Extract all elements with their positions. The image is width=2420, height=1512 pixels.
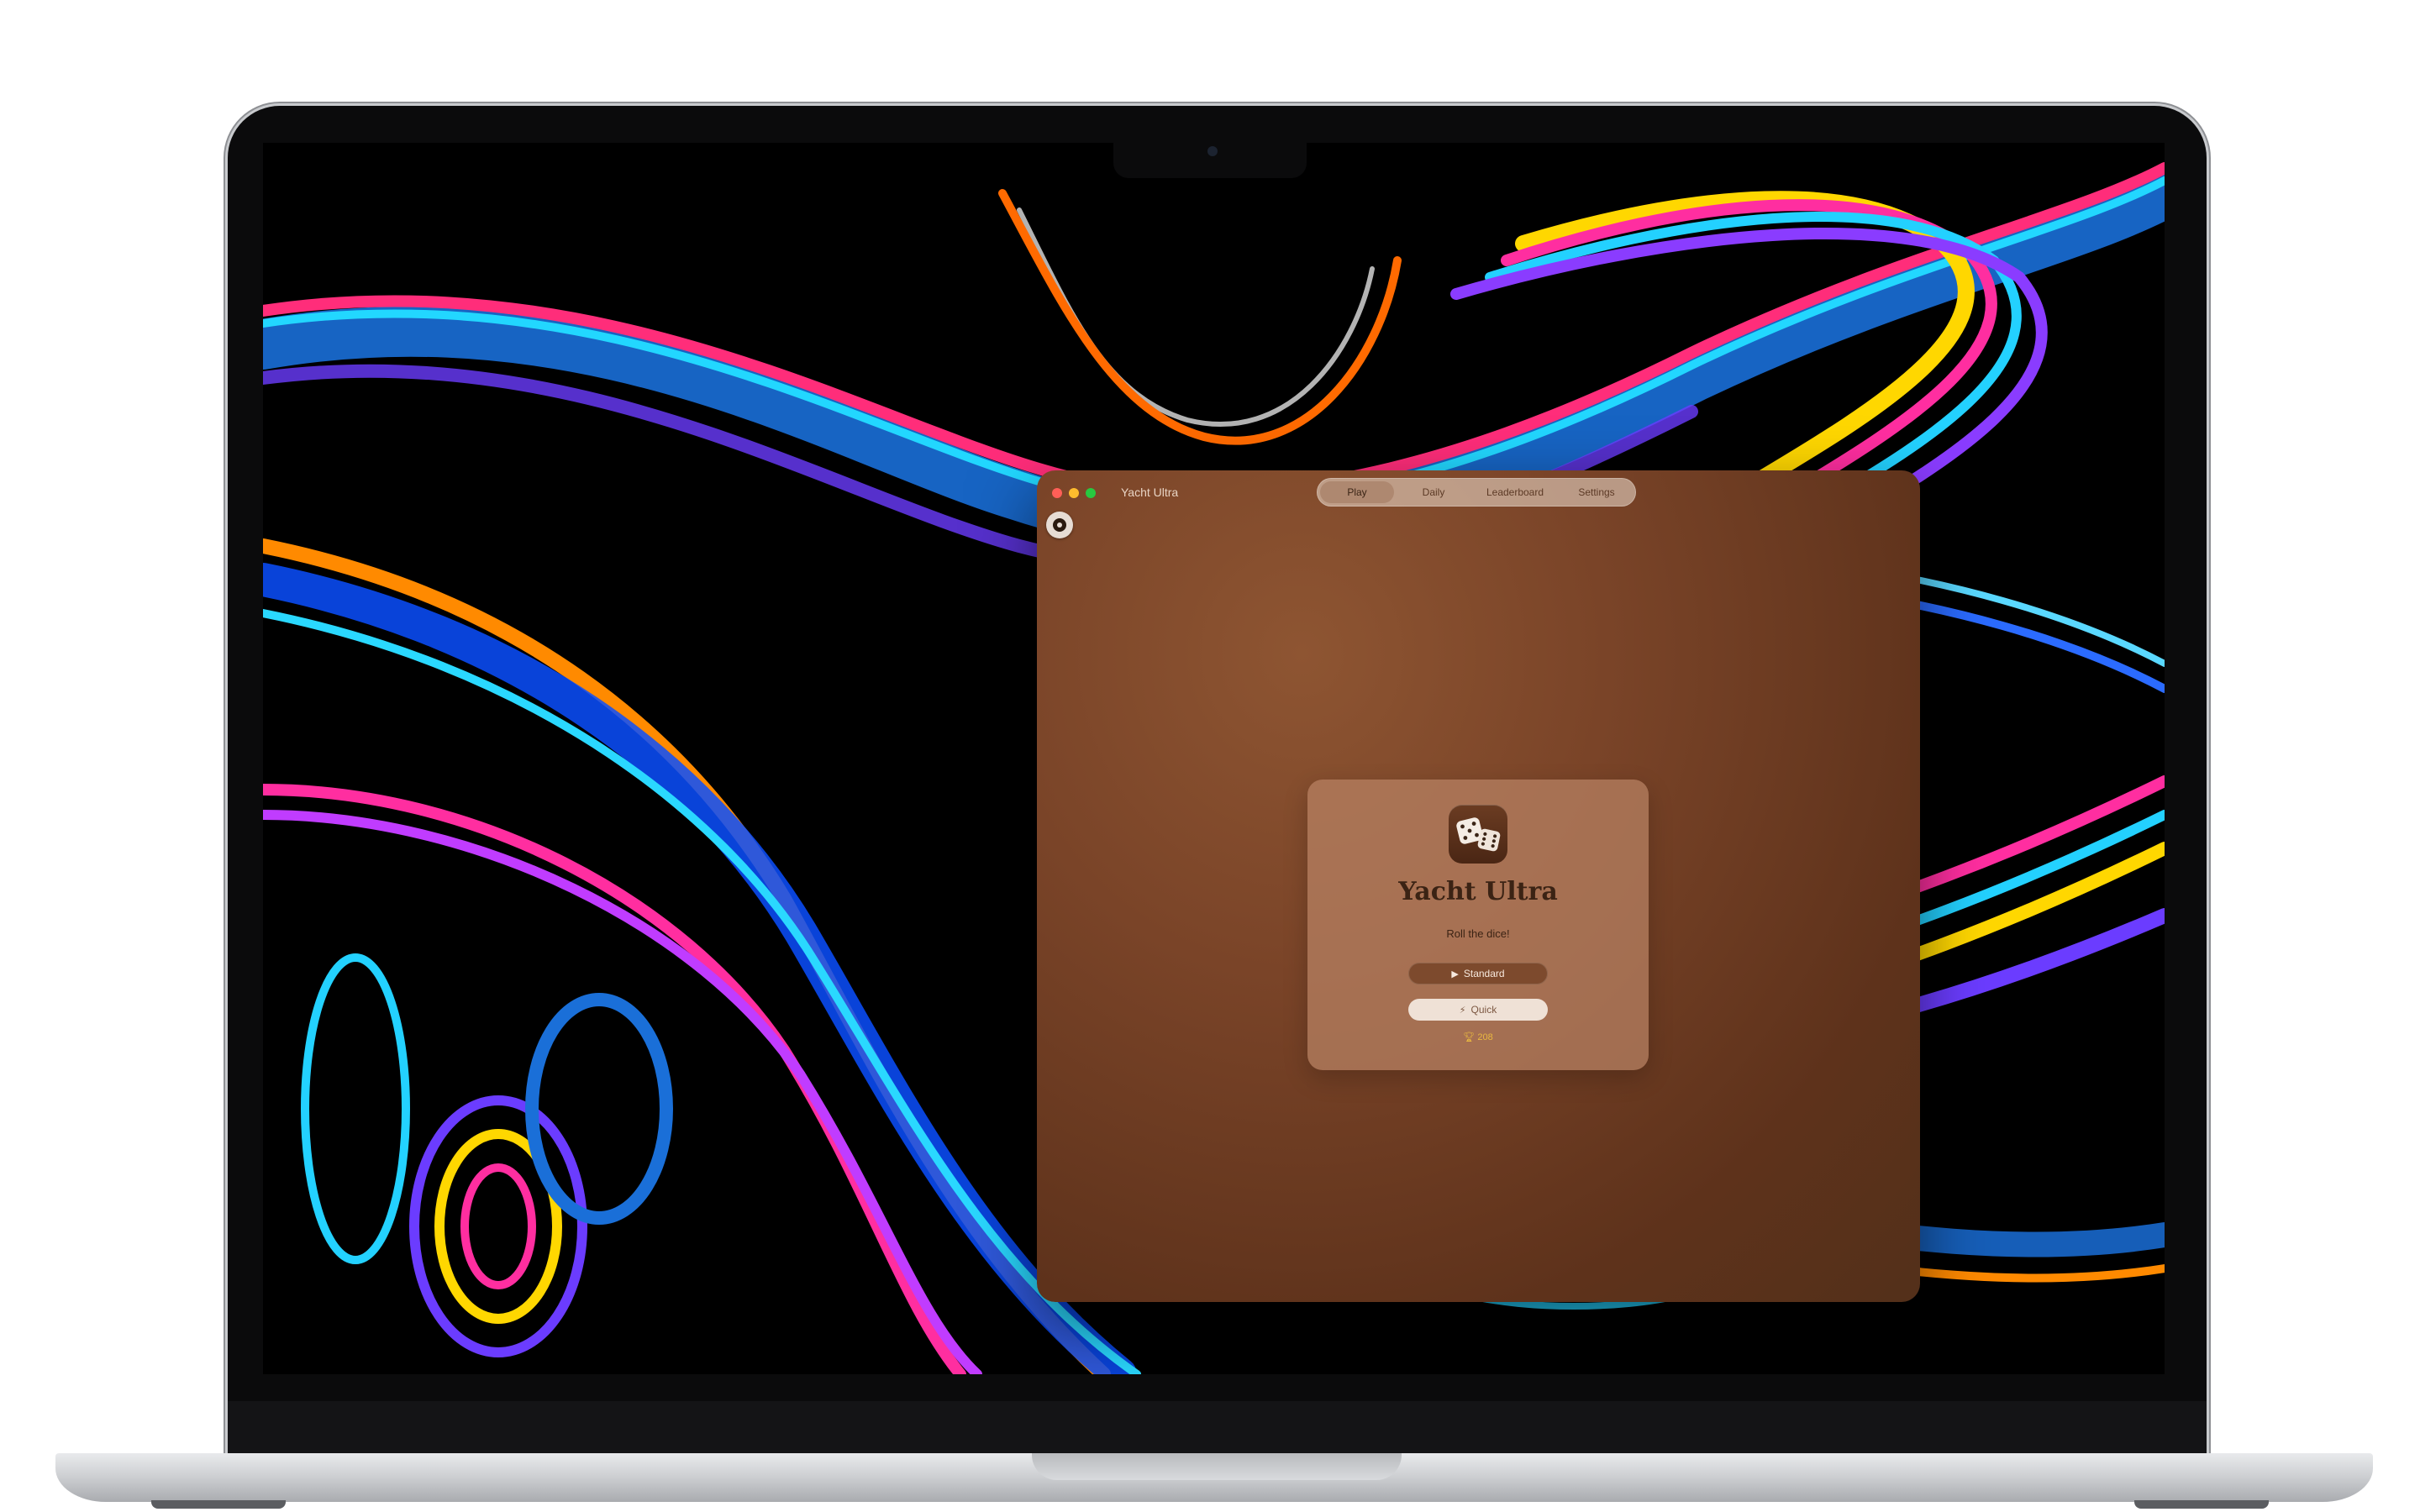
standard-mode-label: Standard [1463,968,1505,979]
standard-mode-button[interactable]: ▶ Standard [1408,963,1548,984]
app-window: Yacht Ultra Play Daily Leaderboard Setti… [1037,470,1920,1302]
best-score: 🏆︎ 208 [1307,1032,1649,1042]
best-score-value: 208 [1477,1032,1493,1042]
game-title: Yacht Ultra [1398,877,1558,906]
tab-bar: Play Daily Leaderboard Settings [1317,478,1636,507]
zoom-window-button[interactable] [1086,488,1096,498]
laptop-base-notch [1032,1453,1402,1480]
dice-icon [1449,805,1507,864]
tab-daily[interactable]: Daily [1397,481,1470,503]
quick-mode-button[interactable]: ⚡︎ Quick [1408,999,1548,1021]
laptop-foot-left [151,1500,286,1509]
play-icon: ▶ [1451,969,1459,979]
trophy-icon: 🏆︎ [1463,1032,1476,1042]
tab-play[interactable]: Play [1320,481,1394,503]
minimize-window-button[interactable] [1069,488,1079,498]
record-button[interactable] [1046,512,1073,538]
close-window-button[interactable] [1052,488,1062,498]
laptop-foot-right [2134,1500,2269,1509]
camera-icon [1207,146,1218,156]
laptop-chin [228,1401,2207,1453]
quick-mode-label: Quick [1470,1004,1497,1016]
tab-settings[interactable]: Settings [1560,481,1633,503]
window-title: Yacht Ultra [1121,486,1179,499]
record-icon [1053,518,1066,532]
bolt-icon: ⚡︎ [1459,1005,1466,1016]
desktop-screen: Yacht Ultra Play Daily Leaderboard Setti… [263,143,2165,1374]
tab-leaderboard[interactable]: Leaderboard [1473,481,1557,503]
game-subtitle: Roll the dice! [1446,927,1510,940]
start-card: Yacht Ultra Roll the dice! ▶ Standard ⚡︎ Q… [1307,780,1649,1070]
